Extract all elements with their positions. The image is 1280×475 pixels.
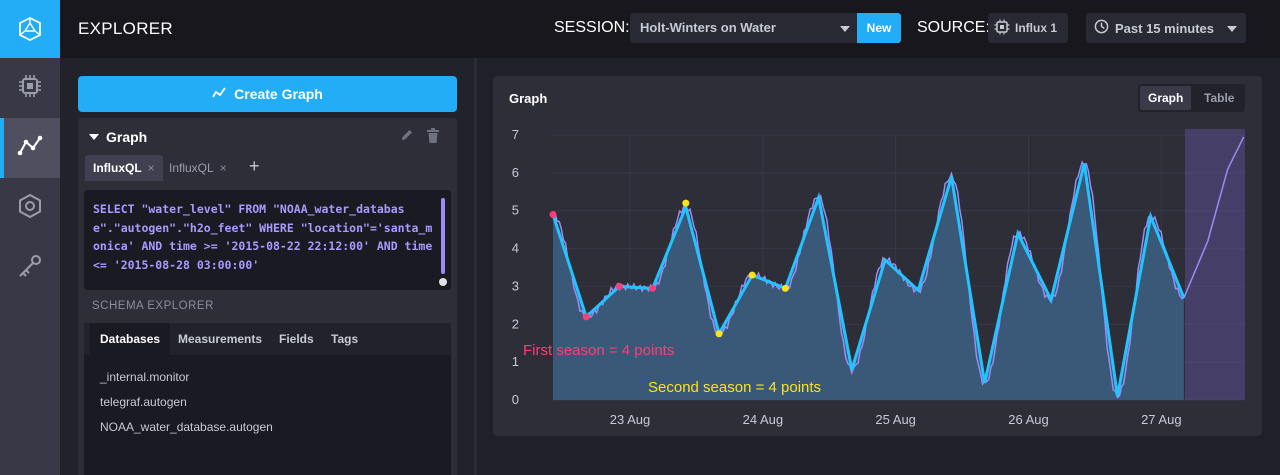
x-tick-label: 25 Aug — [875, 412, 916, 427]
session-select[interactable]: Holt-Winters on Water — [630, 13, 858, 43]
second-season-point — [682, 199, 690, 207]
forecast-region — [1184, 129, 1245, 400]
clock-icon — [1094, 19, 1109, 37]
database-list: _internal.monitor telegraf.autogen NOAA_… — [84, 355, 451, 475]
y-tick-label: 7 — [512, 127, 519, 142]
close-icon[interactable]: × — [220, 161, 227, 175]
server-icon — [994, 19, 1010, 38]
create-graph-label: Create Graph — [234, 86, 323, 102]
page-header: EXPLORER SESSION: Holt-Winters on Water … — [60, 0, 1280, 58]
query-builder: Graph InfluxQL × InfluxQL × + SELECT "wate… — [78, 118, 457, 475]
first-season-point — [649, 284, 657, 292]
y-tick-label: 1 — [512, 354, 519, 369]
x-tick-label: 26 Aug — [1008, 412, 1049, 427]
query-text[interactable]: SELECT "water_level" FROM "NOAA_water_da… — [93, 200, 435, 274]
editor-status-dot — [439, 278, 447, 286]
nav-item-data-explorer[interactable] — [0, 118, 60, 178]
key-icon — [17, 253, 43, 284]
y-tick-label: 4 — [512, 241, 519, 256]
list-item[interactable]: telegraf.autogen — [84, 390, 451, 415]
new-session-button[interactable]: New — [857, 13, 901, 43]
close-icon[interactable]: × — [148, 161, 155, 175]
logo-icon[interactable] — [0, 0, 60, 58]
tab-influxql-1[interactable]: InfluxQL × — [85, 155, 163, 181]
nav-item-admin[interactable] — [0, 238, 60, 298]
trash-icon[interactable] — [426, 128, 440, 148]
page-title: EXPLORER — [78, 19, 173, 38]
source-label: SOURCE: — [917, 19, 990, 36]
first-season-point — [549, 211, 557, 218]
y-tick-label: 3 — [512, 278, 519, 293]
chip-icon — [17, 73, 43, 104]
tab-databases[interactable]: Databases — [90, 323, 171, 355]
hexagon-alert-icon — [17, 193, 43, 224]
second-season-point — [781, 284, 789, 292]
panel-resize-handle[interactable] — [474, 58, 477, 475]
time-range-dropdown[interactable]: Past 15 minutes — [1086, 13, 1246, 43]
schema-explorer-title: SCHEMA EXPLORER — [92, 300, 214, 312]
first-season-point — [582, 313, 590, 321]
graph-line-icon — [212, 86, 226, 103]
tab-influxql-2[interactable]: InfluxQL × — [161, 155, 235, 181]
create-graph-button[interactable]: Create Graph — [78, 76, 457, 112]
x-tick-label: 24 Aug — [743, 412, 784, 427]
tab-label: InfluxQL — [169, 161, 214, 175]
source-button[interactable]: Influx 1 — [988, 13, 1068, 43]
list-item[interactable]: NOAA_water_database.autogen — [84, 415, 451, 440]
y-tick-label: 0 — [512, 392, 519, 407]
time-range-value: Past 15 minutes — [1115, 20, 1214, 36]
line-chart[interactable]: 0 1 2 3 4 5 6 7 23 Aug 24 Aug 25 Aug 26 Aug 27 Aug Fi… — [493, 76, 1262, 436]
second-season-point — [715, 330, 723, 338]
tab-tags[interactable]: Tags — [321, 323, 368, 355]
app: EXPLORER SESSION: Holt-Winters on Water … — [0, 0, 1280, 475]
collapse-caret-icon[interactable] — [89, 134, 99, 140]
nav-item-hosts[interactable] — [0, 58, 60, 118]
y-tick-label: 5 — [512, 203, 519, 218]
query-panel: Create Graph Graph InfluxQL × InfluxQL × +… — [60, 58, 474, 475]
nav-item-alerts[interactable] — [0, 178, 60, 238]
source-value: Influx 1 — [1015, 21, 1058, 35]
chevron-down-icon — [840, 26, 850, 32]
list-item[interactable]: _internal.monitor — [84, 365, 451, 390]
graph-panel: Graph Graph Table 0 1 2 3 4 5 6 7 23 Aug 24 Aug 25… — [493, 76, 1262, 436]
tab-label: InfluxQL — [93, 161, 142, 175]
second-season-point — [748, 271, 756, 279]
x-tick-label: 23 Aug — [610, 412, 651, 427]
first-season-annotation: First season = 4 points — [523, 342, 674, 359]
first-season-point — [615, 282, 623, 290]
chevron-down-icon — [1227, 26, 1237, 32]
pencil-icon[interactable] — [400, 128, 414, 147]
query-title: Graph — [106, 129, 148, 145]
query-editor[interactable]: SELECT "water_level" FROM "NOAA_water_da… — [84, 190, 451, 290]
editor-scrollbar[interactable] — [441, 198, 445, 274]
add-tab-button[interactable]: + — [242, 155, 267, 181]
second-season-annotation: Second season = 4 points — [648, 379, 821, 396]
session-label: SESSION: — [554, 19, 630, 36]
tab-fields[interactable]: Fields — [269, 323, 324, 355]
y-tick-label: 2 — [512, 316, 519, 331]
graph-icon — [17, 133, 43, 164]
x-tick-label: 27 Aug — [1141, 412, 1182, 427]
tab-measurements[interactable]: Measurements — [168, 323, 272, 355]
schema-tabs: Databases Measurements Fields Tags — [84, 323, 451, 355]
side-nav — [0, 0, 60, 475]
session-value: Holt-Winters on Water — [640, 20, 776, 35]
y-tick-label: 6 — [512, 165, 519, 180]
